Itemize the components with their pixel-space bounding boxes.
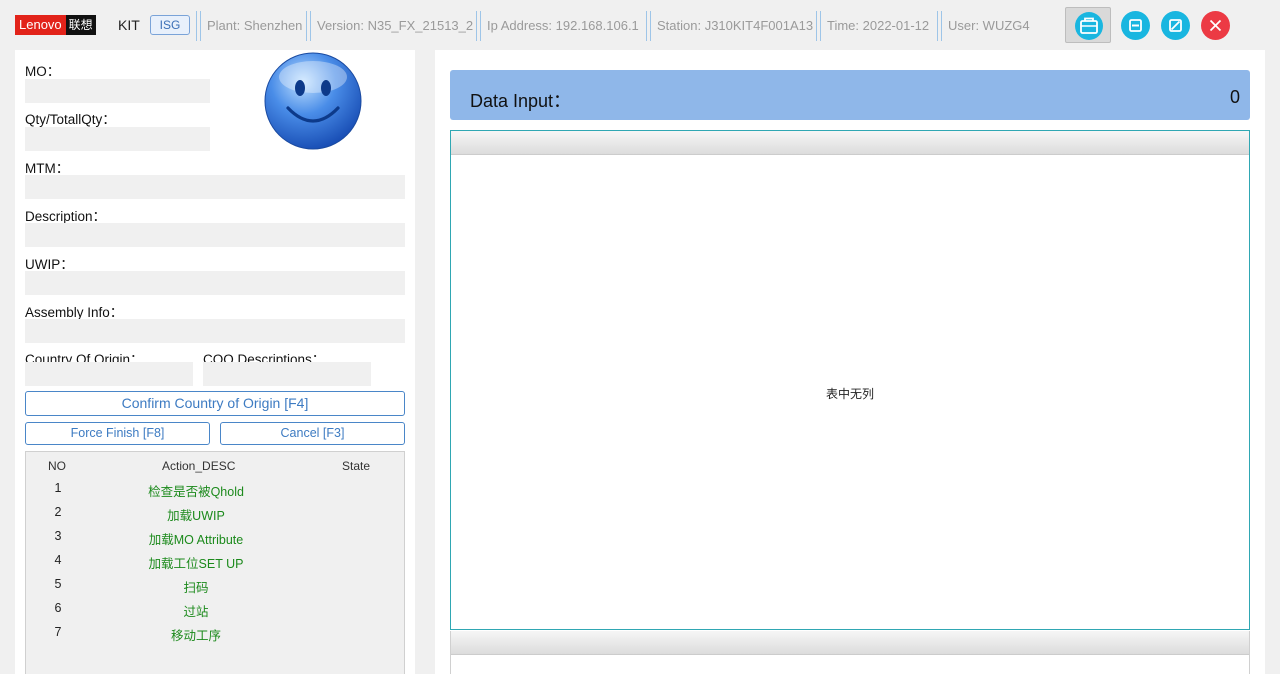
header-separator bbox=[816, 11, 821, 41]
row-number: 3 bbox=[54, 529, 62, 543]
data-input-label: Data Input： bbox=[470, 91, 572, 111]
app-name: KIT bbox=[118, 17, 140, 33]
confirm-country-of-origin-button[interactable]: Confirm Country of Origin [F4] bbox=[25, 391, 405, 416]
row-number: 7 bbox=[54, 625, 62, 639]
mtm-label: MTM： bbox=[25, 161, 70, 176]
restore-icon bbox=[1169, 19, 1182, 32]
grid-header bbox=[451, 131, 1249, 155]
user-info: User: WUZG4 bbox=[948, 18, 1030, 33]
action-steps-table: NO Action_DESC State 1 检查是否被Qhold 2 加载UW… bbox=[25, 451, 405, 674]
row-number: 1 bbox=[54, 481, 62, 495]
time-info: Time: 2022-01-12 bbox=[827, 18, 930, 33]
table-row[interactable]: 6 过站 bbox=[26, 597, 404, 621]
minimize-button[interactable] bbox=[1121, 11, 1150, 40]
row-action-desc: 扫码 bbox=[183, 581, 209, 595]
title-bar: Lenovo 联想 KIT ISG Plant: Shenzhen Versio… bbox=[0, 0, 1280, 50]
row-action-desc: 过站 bbox=[183, 605, 209, 619]
mo-label: MO： bbox=[25, 64, 61, 79]
close-icon bbox=[1209, 19, 1222, 32]
uwip-label: UWIP： bbox=[25, 257, 74, 272]
assembly-info-field[interactable] bbox=[25, 319, 405, 343]
isg-badge: ISG bbox=[150, 15, 190, 35]
cancel-button[interactable]: Cancel [F3] bbox=[220, 422, 405, 445]
grid-empty-message: 表中无列 bbox=[825, 387, 874, 401]
assembly-info-label: Assembly Info： bbox=[25, 305, 124, 320]
ip-info: Ip Address: 192.168.106.1 bbox=[487, 18, 639, 33]
table-row[interactable]: 3 加载MO Attribute bbox=[26, 525, 404, 549]
row-action-desc: 加载MO Attribute bbox=[148, 533, 244, 547]
column-header-state: State bbox=[342, 459, 371, 473]
station-info: Station: J310KIT4F001A13 bbox=[657, 18, 814, 33]
qty-label: Qty/TotallQty： bbox=[25, 112, 116, 127]
uwip-field[interactable] bbox=[25, 271, 405, 295]
row-number: 2 bbox=[54, 505, 62, 519]
secondary-grid-header bbox=[451, 631, 1249, 655]
row-action-desc: 移动工序 bbox=[170, 629, 221, 643]
data-panel: Data Input： 0 表中无列 bbox=[435, 50, 1265, 674]
row-action-desc: 加载UWIP bbox=[167, 509, 225, 523]
table-row[interactable]: 5 扫码 bbox=[26, 573, 404, 597]
header-separator bbox=[476, 11, 481, 41]
logo-text-cn: 联想 bbox=[65, 15, 96, 35]
description-label: Description： bbox=[25, 209, 107, 224]
toolbox-icon bbox=[1075, 12, 1103, 40]
row-number: 4 bbox=[54, 553, 62, 567]
description-field[interactable] bbox=[25, 223, 405, 247]
force-finish-button[interactable]: Force Finish [F8] bbox=[25, 422, 210, 445]
table-row[interactable]: 1 检查是否被Qhold bbox=[26, 477, 404, 501]
coo-descriptions-field[interactable] bbox=[203, 362, 371, 386]
order-info-panel: MO： Qty/TotallQty： MTM： Description： UWI… bbox=[15, 50, 415, 674]
restore-button[interactable] bbox=[1161, 11, 1190, 40]
row-number: 5 bbox=[54, 577, 62, 591]
column-header-action-desc: Action_DESC bbox=[162, 459, 236, 473]
minimize-icon bbox=[1129, 19, 1142, 32]
plant-info: Plant: Shenzhen bbox=[207, 18, 303, 33]
mtm-field[interactable] bbox=[25, 175, 405, 199]
mo-field[interactable] bbox=[25, 79, 210, 103]
toolbox-button[interactable] bbox=[1065, 7, 1111, 43]
qty-field[interactable] bbox=[25, 127, 210, 151]
header-separator bbox=[306, 11, 311, 41]
header-separator bbox=[196, 11, 201, 41]
table-row[interactable]: 2 加载UWIP bbox=[26, 501, 404, 525]
data-input-bar[interactable]: Data Input： 0 bbox=[450, 70, 1250, 120]
country-of-origin-field[interactable] bbox=[25, 362, 193, 386]
column-header-no: NO bbox=[48, 459, 66, 473]
logo-text-en: Lenovo bbox=[15, 15, 66, 35]
lenovo-logo: Lenovo 联想 bbox=[15, 15, 96, 35]
table-row[interactable]: 7 移动工序 bbox=[26, 621, 404, 645]
table-row[interactable]: 4 加载工位SET UP bbox=[26, 549, 404, 573]
close-button[interactable] bbox=[1201, 11, 1230, 40]
data-input-count: 0 bbox=[1229, 87, 1240, 107]
header-separator bbox=[937, 11, 942, 41]
smiley-face-icon bbox=[264, 52, 362, 150]
row-action-desc: 加载工位SET UP bbox=[148, 557, 244, 571]
version-info: Version: N35_FX_21513_2 bbox=[317, 18, 474, 33]
secondary-grid[interactable] bbox=[450, 631, 1250, 674]
row-action-desc: 检查是否被Qhold bbox=[148, 485, 244, 499]
header-separator bbox=[646, 11, 651, 41]
row-number: 6 bbox=[54, 601, 62, 615]
data-grid[interactable]: 表中无列 bbox=[450, 130, 1250, 630]
